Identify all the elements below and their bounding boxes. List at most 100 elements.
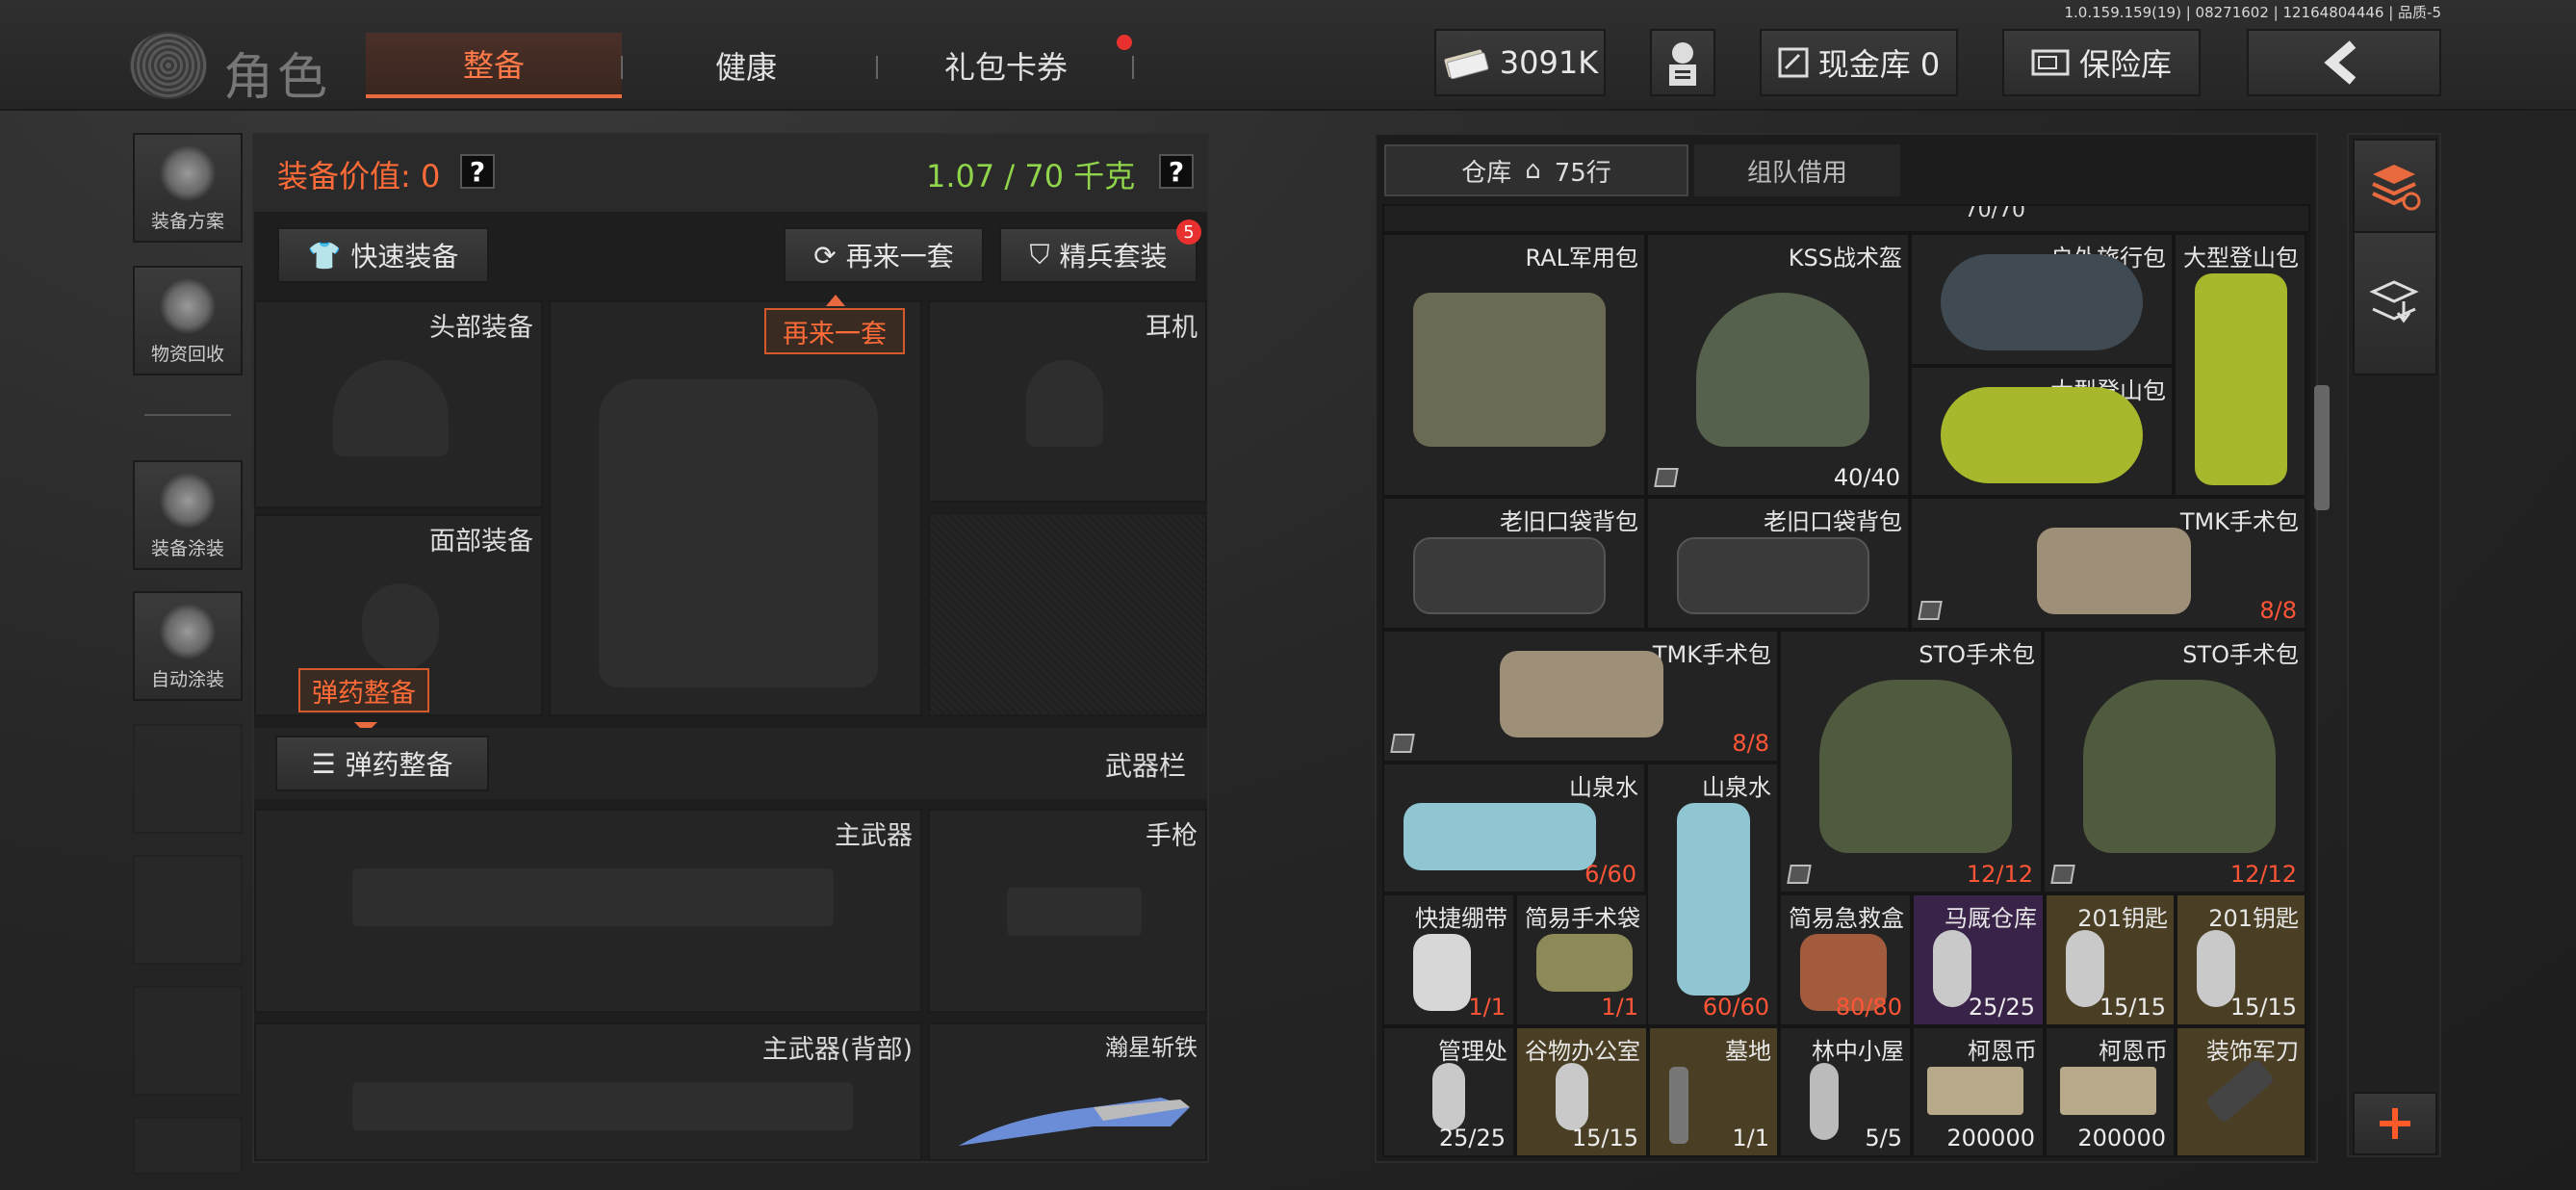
key-icon — [1669, 1067, 1688, 1144]
item-mountain-bag[interactable]: 大型登山包 — [1910, 366, 2174, 497]
item-grain-office-key[interactable]: 谷物办公室 15/15 — [1515, 1026, 1648, 1157]
item-name: 老旧口袋背包 — [1764, 508, 1902, 535]
safe-button[interactable]: 保险库 — [2002, 29, 2201, 96]
elite-set-button[interactable]: ⛉ 精兵套装 — [999, 227, 1198, 283]
item-coins[interactable]: 柯恩币 200000 — [1912, 1026, 2045, 1157]
help-icon[interactable]: ? — [1159, 154, 1194, 189]
item-name: 管理处 — [1438, 1038, 1507, 1065]
item-count: 80/80 — [1835, 994, 1902, 1021]
item-count: 60/60 — [1702, 994, 1769, 1021]
item-count: 5/5 — [1865, 1125, 1902, 1151]
trader-button[interactable] — [1650, 29, 1715, 96]
warehouse-rows: 75行 — [1554, 158, 1611, 188]
again-button[interactable]: ⟳ 再来一套 — [784, 227, 984, 283]
tab-gift-coupons[interactable]: 礼包卡券 — [886, 33, 1126, 98]
pistol-label: 手枪 — [1146, 821, 1198, 851]
sidebar-label: 物资回收 — [150, 344, 224, 365]
add-row-button[interactable] — [2353, 1092, 2437, 1155]
armor-slot[interactable] — [549, 300, 922, 716]
item-first-aid-box[interactable]: 简易急救盒 80/80 — [1779, 893, 1912, 1026]
item-sto-kit[interactable]: STO手术包 12/12 — [1779, 630, 2043, 893]
ammo-button[interactable]: ☰ 弹药整备 — [275, 736, 489, 791]
item-old-pocket-bag[interactable]: 老旧口袋背包 — [1382, 497, 1646, 630]
ammo-tooltip: 弹药整备 — [298, 668, 429, 712]
key-icon — [1556, 1063, 1588, 1130]
quick-equip-button[interactable]: 👕 快速装备 — [277, 227, 489, 283]
money-amount: 3091K — [1499, 44, 1599, 81]
helmet-silhouette-icon — [333, 360, 449, 456]
pistol-slot[interactable]: 手枪 — [928, 809, 1207, 1013]
sidebar-label: 自动涂装 — [150, 669, 224, 690]
item-admin-key[interactable]: 管理处 25/25 — [1382, 1026, 1515, 1157]
item-saber[interactable]: 装饰军刀 — [2176, 1026, 2306, 1157]
sidebar-item-equip-plan[interactable]: 装备方案 — [133, 133, 243, 243]
key-icon — [1432, 1063, 1465, 1130]
recycle-icon — [159, 278, 217, 334]
item-name: 老旧口袋背包 — [1500, 508, 1638, 535]
tab-warehouse[interactable]: 仓库 ⌂ 75行 — [1384, 144, 1688, 196]
money-display[interactable]: 3091K — [1434, 29, 1606, 96]
knife-icon — [959, 1098, 1190, 1146]
primary-back-slot[interactable]: 主武器(背部) — [254, 1022, 922, 1161]
item-stable-key[interactable]: 马厩仓库 25/25 — [1912, 893, 2045, 1026]
sidebar-item-recycle[interactable]: 物资回收 — [133, 266, 243, 375]
item-spring-water[interactable]: 山泉水 60/60 — [1646, 763, 1779, 1026]
tab-team-borrow[interactable]: 组队借用 — [1694, 144, 1900, 196]
item-201-key[interactable]: 201钥匙 15/15 — [2045, 893, 2176, 1026]
item-kss-helmet[interactable]: KSS战术盔 40/40 — [1646, 233, 1910, 497]
tab-equip[interactable]: 整备 — [366, 33, 622, 98]
cash-stack-icon — [1444, 49, 1489, 79]
primary-weapon-slot[interactable]: 主武器 — [254, 809, 922, 1013]
item-201-key[interactable]: 201钥匙 15/15 — [2176, 893, 2306, 1026]
item-mountain-bag[interactable]: 大型登山包 — [2174, 233, 2306, 497]
back-button[interactable] — [2247, 29, 2441, 96]
vest-silhouette-icon — [599, 379, 878, 687]
item-ral-bag[interactable]: RAL军用包 — [1382, 233, 1646, 497]
item-coins[interactable]: 柯恩币 200000 — [2045, 1026, 2176, 1157]
item-cabin-key[interactable]: 林中小屋 5/5 — [1779, 1026, 1912, 1157]
item-count: 25/25 — [1438, 1125, 1506, 1151]
item-name: 墓地 — [1725, 1038, 1771, 1065]
item-spring-water[interactable]: 山泉水 6/60 — [1382, 763, 1646, 893]
item-tmk-kit[interactable]: TMK手术包 8/8 — [1382, 630, 1779, 763]
weapon-bar-header: ☰ 弹药整备 武器栏 — [254, 728, 1207, 799]
head-slot-label: 头部装备 — [429, 313, 533, 343]
pouch-icon — [1536, 934, 1633, 992]
scrollbar-thumb[interactable] — [2314, 385, 2330, 510]
head-slot[interactable]: 头部装备 — [254, 300, 543, 508]
item-cemetery-key[interactable]: 墓地 1/1 — [1648, 1026, 1779, 1157]
sidebar-item-skin[interactable]: 装备涂装 — [133, 460, 243, 570]
item-old-pocket-bag[interactable]: 老旧口袋背包 — [1646, 497, 1910, 630]
earphone-slot[interactable]: 耳机 — [928, 300, 1207, 503]
brush-gear-icon — [159, 604, 217, 660]
cash-vault-button[interactable]: 现金库 0 — [1760, 29, 1958, 96]
key-icon — [1810, 1063, 1839, 1140]
cube-icon — [1787, 865, 1812, 884]
item-sto-kit[interactable]: STO手术包 12/12 — [2043, 630, 2306, 893]
item-count: 1/1 — [1468, 994, 1506, 1021]
help-icon[interactable]: ? — [460, 154, 495, 189]
sort-button[interactable] — [2353, 139, 2437, 235]
shield-icon: ⛉ — [1029, 239, 1050, 271]
medkit-bag-icon — [2037, 528, 2191, 614]
item-simple-surgery-bag[interactable]: 简易手术袋 1/1 — [1515, 893, 1648, 1026]
earphone-slot-label: 耳机 — [1146, 313, 1198, 343]
item-name: 柯恩币 — [1968, 1038, 2037, 1065]
item-name: TMK手术包 — [2179, 508, 2299, 535]
waist-bag-icon — [1677, 537, 1869, 614]
page-title: 角色 — [223, 49, 332, 107]
sidebar-item-auto-skin[interactable]: 自动涂装 — [133, 591, 243, 701]
melee-label: 瀚星斩铁 — [1105, 1034, 1198, 1061]
item-name: 马厩仓库 — [1945, 905, 2037, 932]
tab-health[interactable]: 健康 — [635, 33, 857, 98]
weapon-bar-label: 武器栏 — [1104, 750, 1186, 782]
item-tmk-kit[interactable]: TMK手术包 8/8 — [1910, 497, 2306, 630]
item-outdoor-bag[interactable]: 户外旅行包 — [1910, 233, 2174, 366]
ammo-label: 弹药整备 — [345, 749, 453, 781]
melee-slot[interactable]: 瀚星斩铁 — [928, 1022, 1207, 1161]
waist-bag-icon — [1413, 537, 1606, 614]
item-count: 70/70 — [1964, 204, 2025, 222]
again-label: 再来一套 — [845, 241, 954, 272]
collect-button[interactable] — [2353, 231, 2437, 375]
item-quick-bandage[interactable]: 快捷绷带 1/1 — [1382, 893, 1515, 1026]
